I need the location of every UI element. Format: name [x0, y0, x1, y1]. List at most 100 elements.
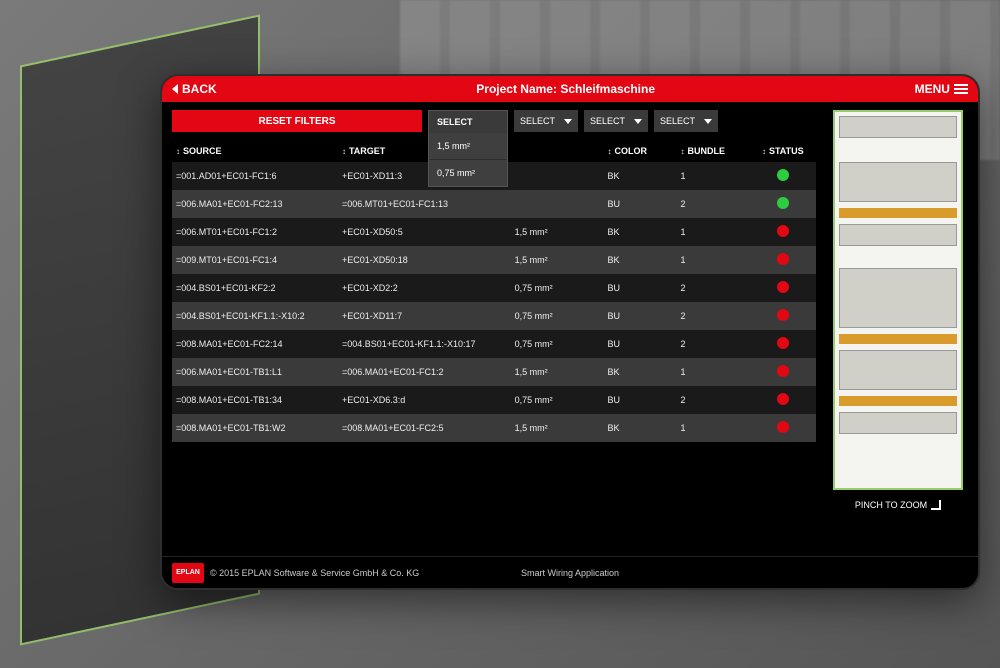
cell-status — [750, 386, 816, 414]
cell-bundle: 1 — [677, 162, 750, 190]
menu-button[interactable]: MENU — [915, 82, 968, 96]
cell-target: =006.MT01+EC01-FC1:13 — [338, 190, 511, 218]
col-source[interactable]: ↕SOURCE — [172, 140, 338, 162]
table-row[interactable]: =008.MA01+EC01-TB1:W2=008.MA01+EC01-FC2:… — [172, 414, 816, 442]
table-row[interactable]: =006.MA01+EC01-FC2:13=006.MT01+EC01-FC1:… — [172, 190, 816, 218]
panel-block — [839, 350, 957, 390]
menu-label: MENU — [915, 82, 950, 96]
cell-bundle: 1 — [677, 414, 750, 442]
cell-color: BU — [604, 190, 677, 218]
cell-cross-section: 0,75 mm² — [511, 386, 604, 414]
cell-target: +EC01-XD50:5 — [338, 218, 511, 246]
sort-icon: ↕ — [342, 147, 346, 156]
chevron-down-icon — [564, 119, 572, 124]
wiring-table[interactable]: ↕SOURCE ↕TARGET ↕COLOR ↕BUNDLE ↕STATUS =… — [172, 140, 816, 556]
reset-filters-button[interactable]: RESET FILTERS — [172, 110, 422, 132]
cell-target: =004.BS01+EC01-KF1.1:-X10:17 — [338, 330, 511, 358]
footer: EPLAN © 2015 EPLAN Software & Service Gm… — [162, 556, 978, 588]
cabinet-preview: PINCH TO ZOOM — [828, 110, 968, 556]
status-dot-green — [777, 169, 789, 181]
hamburger-icon — [954, 84, 968, 94]
cell-bundle: 2 — [677, 302, 750, 330]
cell-target: +EC01-XD11:7 — [338, 302, 511, 330]
col-cross-section[interactable] — [511, 140, 604, 162]
app-window: BACK Project Name: Schleifmaschine MENU … — [160, 74, 980, 590]
copyright: © 2015 EPLAN Software & Service GmbH & C… — [210, 568, 419, 578]
filter-bar: RESET FILTERS SELECT 1,5 mm² 0,75 mm² SE… — [172, 110, 816, 132]
cell-source: =004.BS01+EC01-KF1.1:-X10:2 — [172, 302, 338, 330]
dropdown-option[interactable]: 1,5 mm² — [429, 133, 507, 159]
cell-source: =001.AD01+EC01-FC1:6 — [172, 162, 338, 190]
status-dot-red — [777, 393, 789, 405]
cell-bundle: 1 — [677, 358, 750, 386]
filter-select-color[interactable]: SELECT — [514, 110, 578, 132]
cell-status — [750, 330, 816, 358]
cell-target: +EC01-XD50:18 — [338, 246, 511, 274]
cell-status — [750, 246, 816, 274]
col-status[interactable]: ↕STATUS — [750, 140, 816, 162]
sort-icon: ↕ — [762, 147, 766, 156]
cell-bundle: 1 — [677, 218, 750, 246]
cell-color: BU — [604, 302, 677, 330]
cell-color: BK — [604, 414, 677, 442]
cell-source: =008.MA01+EC01-TB1:W2 — [172, 414, 338, 442]
col-color[interactable]: ↕COLOR — [604, 140, 677, 162]
table-row[interactable]: =009.MT01+EC01-FC1:4+EC01-XD50:181,5 mm²… — [172, 246, 816, 274]
cell-target: =008.MA01+EC01-FC2:5 — [338, 414, 511, 442]
cell-bundle: 1 — [677, 246, 750, 274]
sort-icon: ↕ — [608, 147, 612, 156]
cell-target: +EC01-XD2:2 — [338, 274, 511, 302]
titlebar: BACK Project Name: Schleifmaschine MENU — [162, 76, 978, 102]
cell-source: =008.MA01+EC01-TB1:34 — [172, 386, 338, 414]
cell-bundle: 2 — [677, 274, 750, 302]
panel-stripe — [839, 208, 957, 218]
dropdown-option[interactable]: 0,75 mm² — [429, 159, 507, 186]
cell-cross-section — [511, 162, 604, 190]
status-dot-red — [777, 253, 789, 265]
back-button[interactable]: BACK — [172, 82, 217, 96]
table-row[interactable]: =008.MA01+EC01-TB1:34+EC01-XD6.3:d0,75 m… — [172, 386, 816, 414]
status-dot-red — [777, 309, 789, 321]
panel-block — [839, 116, 957, 138]
cabinet-panel[interactable] — [833, 110, 963, 490]
chevron-left-icon — [172, 84, 178, 94]
cell-cross-section: 0,75 mm² — [511, 274, 604, 302]
panel-stripe — [839, 396, 957, 406]
brand-logo: EPLAN — [172, 563, 204, 583]
cell-cross-section — [511, 190, 604, 218]
sort-icon: ↕ — [176, 147, 180, 156]
col-bundle[interactable]: ↕BUNDLE — [677, 140, 750, 162]
table-row[interactable]: =004.BS01+EC01-KF1.1:-X10:2+EC01-XD11:70… — [172, 302, 816, 330]
table-row[interactable]: =008.MA01+EC01-FC2:14=004.BS01+EC01-KF1.… — [172, 330, 816, 358]
chevron-down-icon — [634, 119, 642, 124]
app-name: Smart Wiring Application — [521, 568, 619, 578]
cell-status — [750, 414, 816, 442]
panel-block — [839, 224, 957, 246]
panel-stripe — [839, 334, 957, 344]
expand-icon — [931, 500, 941, 510]
status-dot-red — [777, 225, 789, 237]
table-row[interactable]: =006.MT01+EC01-FC1:2+EC01-XD50:51,5 mm²B… — [172, 218, 816, 246]
table-row[interactable]: =004.BS01+EC01-KF2:2+EC01-XD2:20,75 mm²B… — [172, 274, 816, 302]
cell-source: =004.BS01+EC01-KF2:2 — [172, 274, 338, 302]
cross-section-dropdown-open[interactable]: SELECT 1,5 mm² 0,75 mm² — [428, 110, 508, 187]
cell-status — [750, 218, 816, 246]
status-dot-red — [777, 365, 789, 377]
cell-bundle: 2 — [677, 386, 750, 414]
sort-icon: ↕ — [681, 147, 685, 156]
cell-status — [750, 162, 816, 190]
cell-status — [750, 302, 816, 330]
cell-color: BU — [604, 274, 677, 302]
dropdown-header: SELECT — [429, 111, 507, 133]
cell-source: =006.MA01+EC01-TB1:L1 — [172, 358, 338, 386]
cell-color: BU — [604, 386, 677, 414]
cell-status — [750, 274, 816, 302]
cell-cross-section: 0,75 mm² — [511, 330, 604, 358]
filter-select-status[interactable]: SELECT — [654, 110, 718, 132]
filter-select-bundle[interactable]: SELECT — [584, 110, 648, 132]
cell-status — [750, 190, 816, 218]
cell-cross-section: 0,75 mm² — [511, 302, 604, 330]
table-row[interactable]: =006.MA01+EC01-TB1:L1=006.MA01+EC01-FC1:… — [172, 358, 816, 386]
cell-status — [750, 358, 816, 386]
back-label: BACK — [182, 82, 217, 96]
